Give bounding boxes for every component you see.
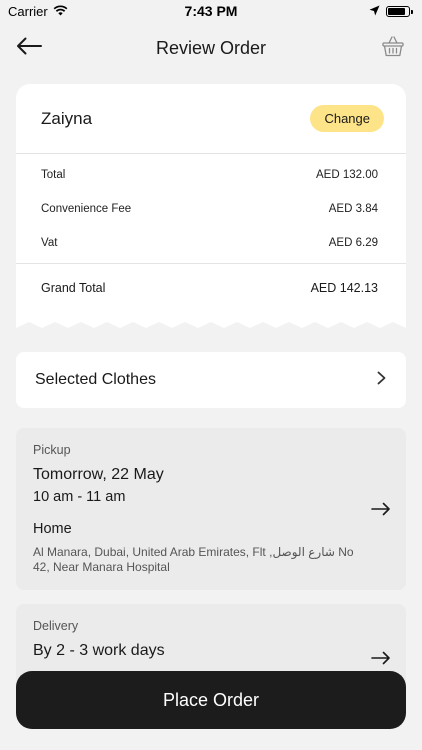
basket-icon <box>382 36 404 61</box>
delivery-label: Delivery <box>33 619 79 633</box>
basket-button[interactable] <box>382 35 406 61</box>
arrow-right-icon <box>371 651 391 665</box>
battery-fill <box>388 7 405 15</box>
status-bar: Carrier 7:43 PM <box>0 0 422 22</box>
fee-breakdown: Total AED 132.00 Convenience Fee AED 3.8… <box>16 154 406 264</box>
pickup-address: Al Manara, Dubai, United Arab Emirates, … <box>33 545 354 574</box>
nav-header: Review Order <box>0 28 422 68</box>
page-title: Review Order <box>155 37 267 58</box>
status-right <box>369 4 413 19</box>
location-arrow-icon <box>369 4 380 19</box>
chevron-right-icon <box>377 371 386 390</box>
fee-value: AED 3.84 <box>328 203 378 215</box>
battery-icon <box>386 5 413 17</box>
selected-clothes-label: Selected Clothes <box>35 371 156 388</box>
wifi-icon <box>53 4 68 19</box>
fee-value: AED 6.29 <box>328 237 378 249</box>
receipt-zigzag-edge <box>16 322 406 334</box>
fee-label: Vat <box>41 237 58 249</box>
pickup-label: Pickup <box>33 443 71 457</box>
fee-row-vat: Vat AED 6.29 <box>41 226 378 260</box>
status-left: Carrier <box>8 4 68 19</box>
grand-total-row: Grand Total AED 142.13 <box>16 264 406 312</box>
pickup-card[interactable]: Pickup Tomorrow, 22 May 10 am - 11 am Ho… <box>16 428 406 590</box>
carrier-label: Carrier <box>8 3 48 19</box>
fee-row-convenience: Convenience Fee AED 3.84 <box>41 192 378 226</box>
back-button[interactable] <box>16 35 44 61</box>
arrow-left-icon <box>16 37 42 60</box>
place-order-button[interactable]: Place Order <box>16 671 406 729</box>
pickup-date: Tomorrow, 22 May <box>33 466 164 483</box>
customer-row: Zaiyna Change <box>16 84 406 154</box>
pickup-time-slot: 10 am - 11 am <box>33 489 126 505</box>
change-button[interactable]: Change <box>310 105 384 132</box>
fee-row-total: Total AED 132.00 <box>41 158 378 192</box>
fee-label: Convenience Fee <box>41 203 132 215</box>
order-summary-card: Zaiyna Change Total AED 132.00 Convenien… <box>16 84 406 334</box>
delivery-eta: By 2 - 3 work days <box>33 642 165 659</box>
selected-clothes-row[interactable]: Selected Clothes <box>16 352 406 408</box>
arrow-right-icon <box>371 502 391 516</box>
grand-total-label: Grand Total <box>41 281 106 295</box>
grand-total-value: AED 142.13 <box>310 281 378 295</box>
customer-name: Zaiyna <box>41 108 93 128</box>
fee-label: Total <box>41 169 66 181</box>
fee-value: AED 132.00 <box>315 169 378 181</box>
pickup-place: Home <box>33 521 72 537</box>
